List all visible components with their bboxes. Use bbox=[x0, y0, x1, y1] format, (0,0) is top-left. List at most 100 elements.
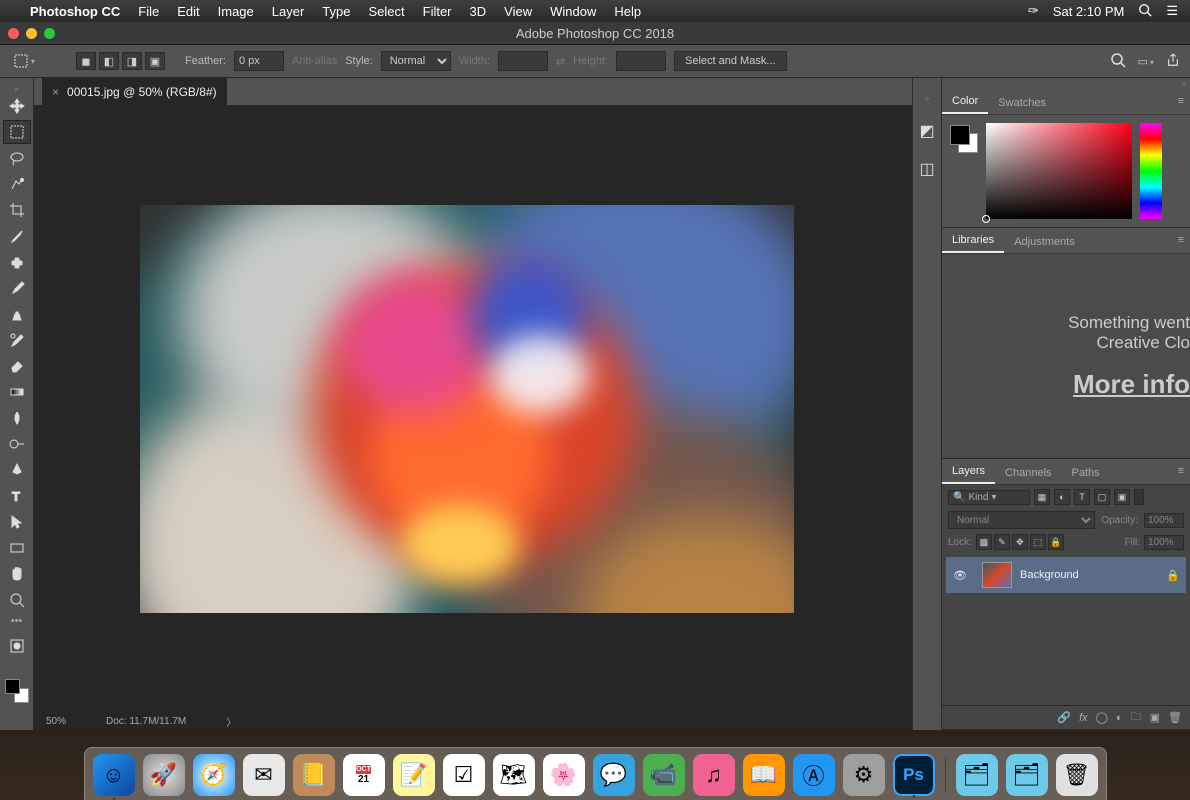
fill-value[interactable]: 100% bbox=[1144, 535, 1184, 550]
marquee-tool[interactable] bbox=[3, 120, 31, 144]
filter-adjust-icon[interactable]: ◐ bbox=[1054, 489, 1070, 505]
collapse-grip-right[interactable]: » bbox=[925, 94, 929, 103]
menu-file[interactable]: File bbox=[138, 4, 159, 19]
menu-filter[interactable]: Filter bbox=[423, 4, 452, 19]
tab-libraries[interactable]: Libraries bbox=[942, 228, 1004, 253]
lasso-tool[interactable] bbox=[3, 146, 31, 170]
document-tab[interactable]: × 00015.jpg @ 50% (RGB/8#) bbox=[42, 78, 227, 105]
dock-maps[interactable]: 🗺 bbox=[493, 754, 535, 796]
layer-visibility-icon[interactable]: 👁 bbox=[952, 569, 968, 582]
filter-smart-icon[interactable]: ▣ bbox=[1114, 489, 1130, 505]
dock-appstore[interactable]: Ⓐ bbox=[793, 754, 835, 796]
tab-channels[interactable]: Channels bbox=[995, 461, 1061, 484]
close-tab-icon[interactable]: × bbox=[52, 85, 59, 99]
eraser-tool[interactable] bbox=[3, 354, 31, 378]
dock-itunes[interactable]: ♫ bbox=[693, 754, 735, 796]
dock-trash[interactable]: 🗑 bbox=[1056, 754, 1098, 796]
hue-slider[interactable] bbox=[1140, 123, 1162, 219]
menubar-datetime[interactable]: Sat 2:10 PM bbox=[1053, 4, 1125, 19]
healing-brush-tool[interactable] bbox=[3, 250, 31, 274]
layer-thumbnail[interactable] bbox=[982, 562, 1012, 588]
dock-facetime[interactable]: 📹 bbox=[643, 754, 685, 796]
style-select[interactable]: Normal bbox=[381, 51, 451, 71]
filter-toggle[interactable] bbox=[1134, 489, 1144, 505]
delete-layer-icon[interactable]: 🗑 bbox=[1168, 711, 1182, 724]
type-tool[interactable]: T bbox=[3, 484, 31, 508]
saturation-picker[interactable] bbox=[986, 123, 1132, 219]
move-tool[interactable] bbox=[3, 94, 31, 118]
adjustment-layer-icon[interactable]: ◐ bbox=[1116, 712, 1123, 724]
filter-shape-icon[interactable]: ▢ bbox=[1094, 489, 1110, 505]
layer-mask-icon[interactable]: ◯ bbox=[1096, 711, 1108, 724]
tab-color[interactable]: Color bbox=[942, 89, 988, 114]
dock-reminders[interactable]: ☑ bbox=[443, 754, 485, 796]
blend-mode-select[interactable]: Normal bbox=[948, 511, 1095, 529]
image-canvas[interactable] bbox=[140, 205, 794, 613]
foreground-background-colors[interactable] bbox=[5, 679, 29, 703]
add-selection-button[interactable]: ◧ bbox=[99, 52, 119, 70]
status-flyout-icon[interactable]: 〉 bbox=[226, 714, 236, 729]
gradient-tool[interactable] bbox=[3, 380, 31, 404]
menu-image[interactable]: Image bbox=[218, 4, 254, 19]
dock-calendar[interactable]: OCT21 bbox=[343, 754, 385, 796]
dock-photoshop[interactable]: Ps bbox=[893, 754, 935, 796]
menu-edit[interactable]: Edit bbox=[177, 4, 199, 19]
path-selection-tool[interactable] bbox=[3, 510, 31, 534]
filter-pixel-icon[interactable]: ▦ bbox=[1034, 489, 1050, 505]
clone-stamp-tool[interactable] bbox=[3, 302, 31, 326]
app-menu[interactable]: Photoshop CC bbox=[30, 4, 120, 19]
properties-panel-icon[interactable]: ◫ bbox=[917, 159, 937, 179]
intersect-selection-button[interactable]: ▣ bbox=[145, 52, 165, 70]
tab-paths[interactable]: Paths bbox=[1062, 461, 1110, 484]
quick-mask-toggle[interactable] bbox=[3, 634, 31, 658]
opacity-value[interactable]: 100% bbox=[1144, 513, 1184, 528]
lock-all-icon[interactable]: 🔒 bbox=[1048, 534, 1064, 550]
brush-tool[interactable] bbox=[3, 276, 31, 300]
dock-photos[interactable]: 🌸 bbox=[543, 754, 585, 796]
dock-mail[interactable]: ✉ bbox=[243, 754, 285, 796]
collapse-grip-panels[interactable]: » bbox=[942, 78, 1190, 89]
history-panel-icon[interactable]: ◩ bbox=[917, 121, 937, 141]
menu-layer[interactable]: Layer bbox=[272, 4, 305, 19]
menu-icon[interactable]: ☰ bbox=[1166, 3, 1178, 19]
tab-swatches[interactable]: Swatches bbox=[988, 91, 1056, 114]
layer-fx-icon[interactable]: fx bbox=[1079, 712, 1088, 724]
dock-launchpad[interactable]: 🚀 bbox=[143, 754, 185, 796]
menu-select[interactable]: Select bbox=[368, 4, 404, 19]
subtract-selection-button[interactable]: ◨ bbox=[122, 52, 142, 70]
color-swatch-pair[interactable] bbox=[950, 125, 978, 153]
spotlight-icon[interactable] bbox=[1138, 3, 1152, 20]
new-layer-icon[interactable]: ▣ bbox=[1150, 711, 1160, 724]
pen-tool[interactable] bbox=[3, 458, 31, 482]
blur-tool[interactable] bbox=[3, 406, 31, 430]
dock-folder-2[interactable]: 🗂 bbox=[1006, 754, 1048, 796]
quick-selection-tool[interactable] bbox=[3, 172, 31, 196]
history-brush-tool[interactable] bbox=[3, 328, 31, 352]
window-zoom-button[interactable] bbox=[44, 28, 55, 39]
tab-layers[interactable]: Layers bbox=[942, 459, 995, 484]
layer-lock-icon[interactable]: 🔒 bbox=[1166, 569, 1180, 582]
edit-toolbar-icon[interactable]: ••• bbox=[11, 615, 23, 627]
notification-icon[interactable]: ✑ bbox=[1028, 3, 1039, 19]
tool-preset-picker[interactable] bbox=[10, 49, 38, 73]
crop-tool[interactable] bbox=[3, 198, 31, 222]
zoom-level[interactable]: 50% bbox=[46, 716, 66, 727]
layer-filter-kind[interactable]: 🔍 Kind ▾ bbox=[948, 490, 1030, 505]
color-panel-menu-icon[interactable]: ≡ bbox=[1178, 95, 1184, 107]
group-layers-icon[interactable]: 🗀 bbox=[1131, 708, 1142, 727]
lock-pixels-icon[interactable]: ✎ bbox=[994, 534, 1010, 550]
lock-transparency-icon[interactable]: ▩ bbox=[976, 534, 992, 550]
link-layers-icon[interactable]: 🔗 bbox=[1057, 711, 1071, 724]
zoom-tool[interactable] bbox=[3, 588, 31, 612]
window-minimize-button[interactable] bbox=[26, 28, 37, 39]
search-icon[interactable] bbox=[1110, 52, 1126, 71]
layer-item-background[interactable]: 👁 Background 🔒 bbox=[946, 557, 1186, 593]
menu-window[interactable]: Window bbox=[550, 4, 596, 19]
dock-folder-1[interactable]: 🗂 bbox=[956, 754, 998, 796]
menu-view[interactable]: View bbox=[504, 4, 532, 19]
hand-tool[interactable] bbox=[3, 562, 31, 586]
lock-artboard-icon[interactable]: ⬚ bbox=[1030, 534, 1046, 550]
canvas-viewport[interactable] bbox=[34, 106, 900, 712]
menu-help[interactable]: Help bbox=[614, 4, 641, 19]
dock-system-preferences[interactable]: ⚙ bbox=[843, 754, 885, 796]
